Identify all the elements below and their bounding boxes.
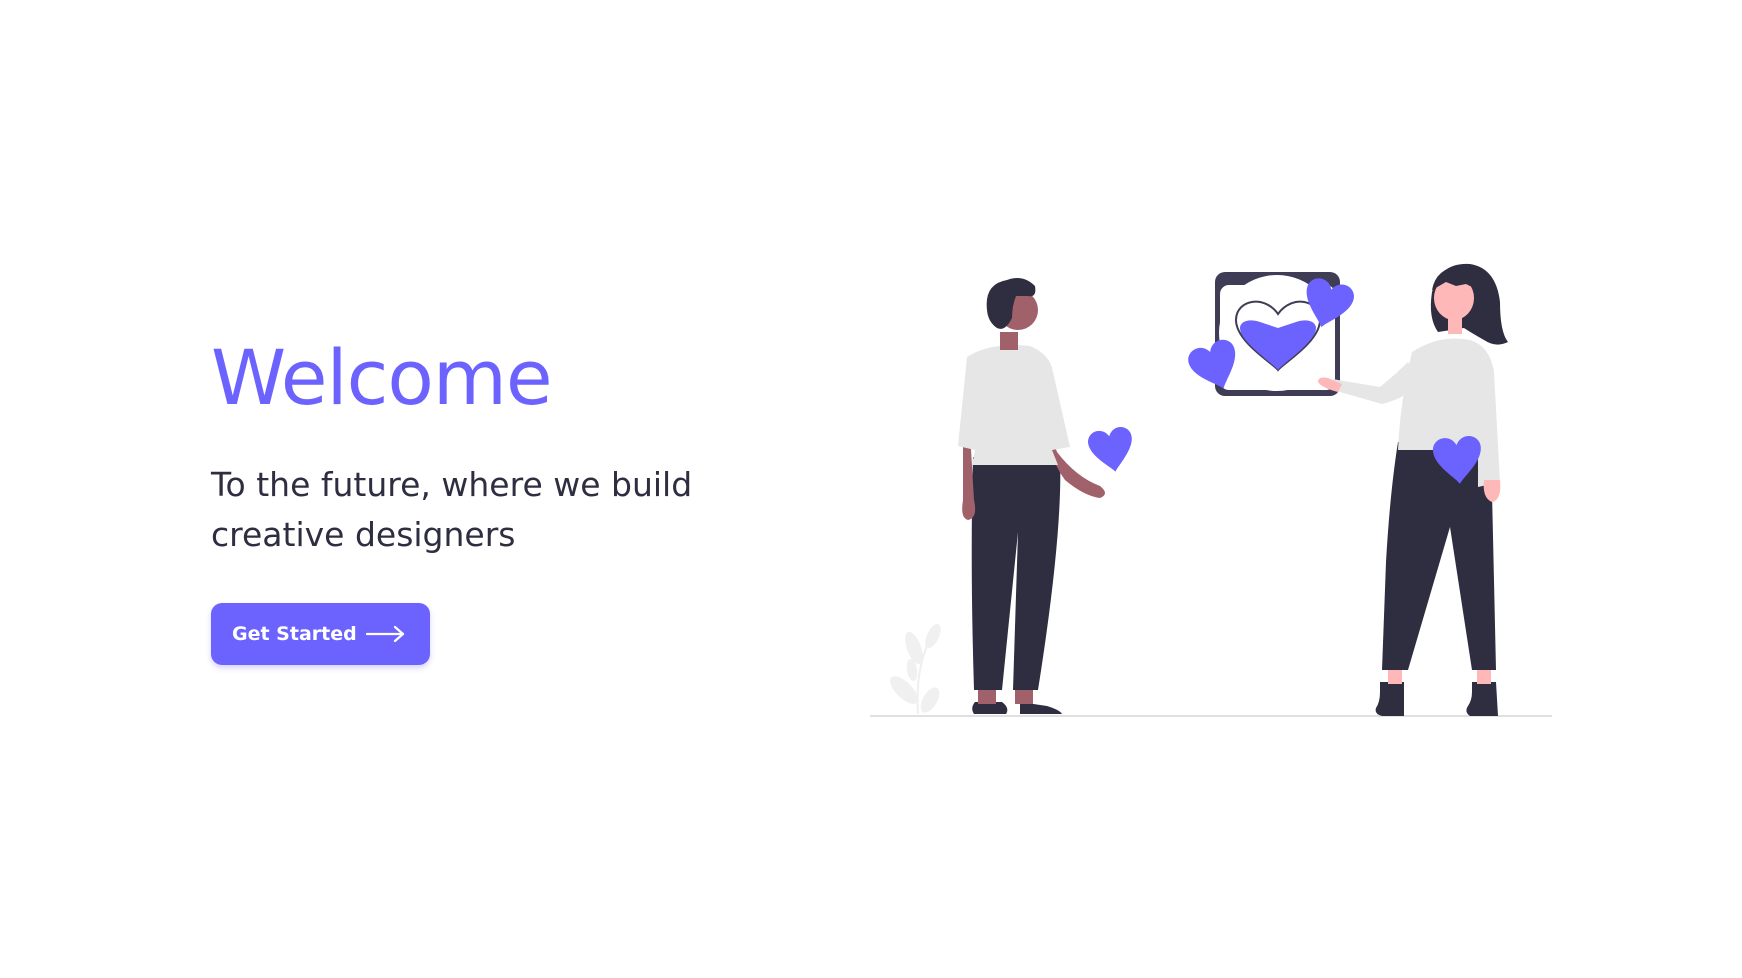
hero-title: Welcome — [211, 333, 553, 422]
hero-illustration — [870, 263, 1552, 717]
landing-page: Welcome To the future, where we build cr… — [0, 0, 1742, 978]
arrow-right-icon — [365, 625, 404, 643]
person-man — [958, 278, 1105, 714]
get-started-button[interactable]: Get Started — [211, 603, 430, 665]
get-started-label: Get Started — [232, 623, 357, 645]
heart-icon — [1088, 427, 1132, 472]
hero-section: Welcome To the future, where we build cr… — [211, 340, 771, 665]
person-woman — [1318, 263, 1508, 716]
hero-subtitle: To the future, where we build creative d… — [211, 465, 693, 554]
plant-decoration — [890, 623, 941, 715]
